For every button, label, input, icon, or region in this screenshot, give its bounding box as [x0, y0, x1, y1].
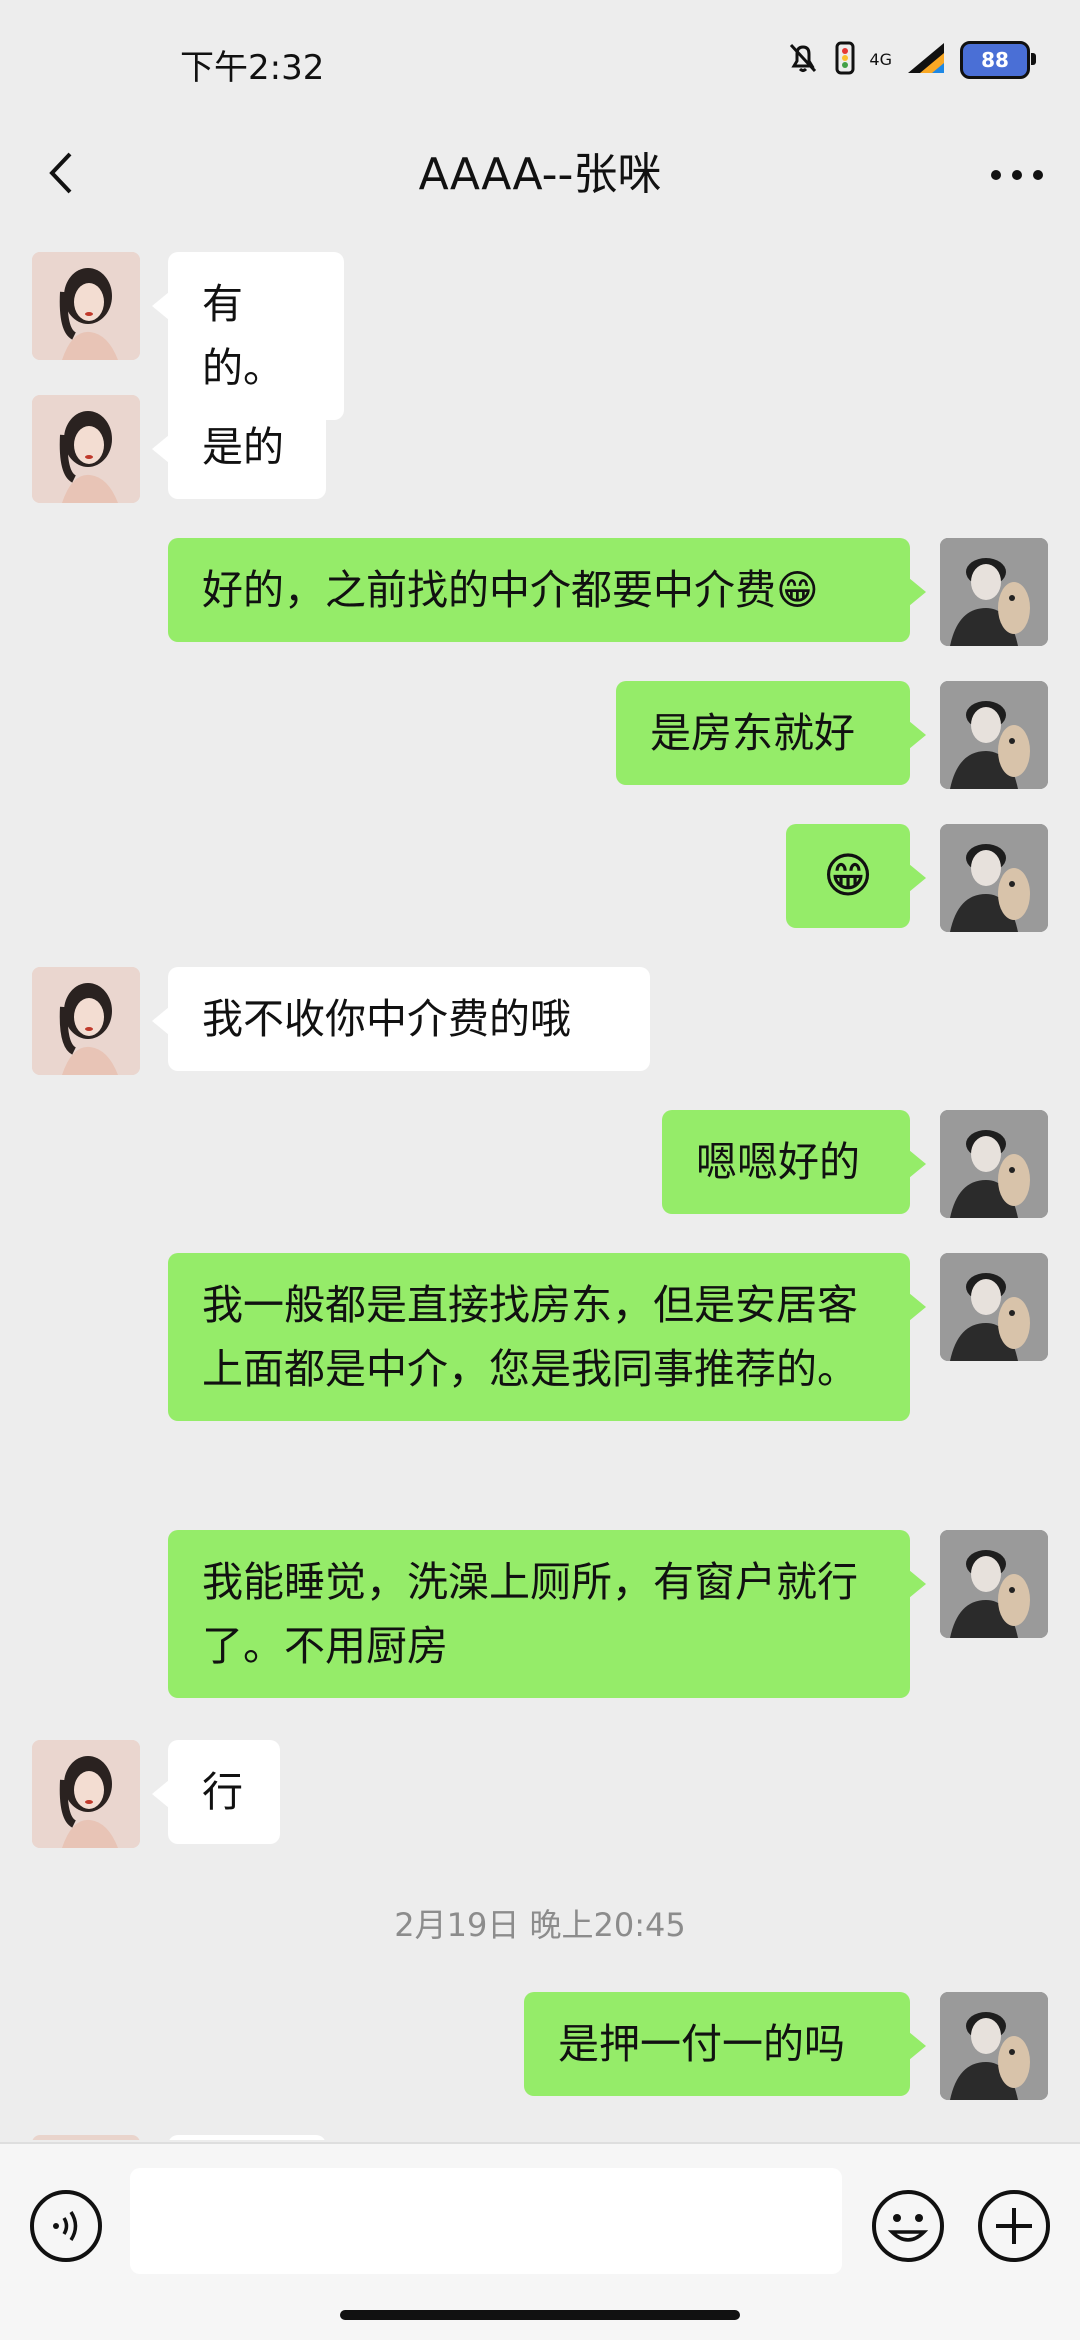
- message-bubble-outgoing[interactable]: 😁: [786, 824, 926, 928]
- sim-icon: [835, 41, 855, 79]
- voice-button[interactable]: [28, 2188, 104, 2264]
- my-avatar[interactable]: [940, 1253, 1048, 1361]
- chat-title: AAAA--张咪: [418, 149, 662, 200]
- status-icons: 4G 88: [785, 36, 1036, 84]
- message-bubble-outgoing[interactable]: 我一般都是直接找房东，但是安居客上面都是中介，您是我同事推荐的。: [168, 1253, 926, 1421]
- my-avatar[interactable]: [940, 1110, 1048, 1218]
- my-avatar[interactable]: [940, 681, 1048, 789]
- my-avatar[interactable]: [940, 1530, 1048, 1638]
- contact-avatar[interactable]: [32, 1740, 140, 1848]
- message-bubble-outgoing[interactable]: 嗯嗯好的: [662, 1110, 926, 1214]
- contact-avatar[interactable]: [32, 252, 140, 360]
- more-button[interactable]: [982, 140, 1052, 210]
- my-avatar[interactable]: [940, 538, 1048, 646]
- message-input[interactable]: [130, 2168, 842, 2274]
- contact-avatar[interactable]: [32, 2135, 140, 2140]
- plus-button[interactable]: [976, 2188, 1052, 2264]
- chat-timestamp: 2月19日 晚上20:45: [394, 1906, 686, 1944]
- more-dots-icon: [991, 170, 1043, 180]
- network-label: 4G: [869, 50, 892, 69]
- contact-avatar[interactable]: [32, 967, 140, 1075]
- message-bubble-incoming[interactable]: 我不收你中介费的哦: [152, 967, 650, 1071]
- voice-icon: [30, 2190, 102, 2262]
- signal-icon: [906, 41, 946, 79]
- contact-avatar[interactable]: [32, 395, 140, 503]
- status-time: 下午2:32: [180, 48, 325, 88]
- message-bubble-incoming[interactable]: 是的: [152, 395, 326, 499]
- plus-icon: [978, 2190, 1050, 2262]
- message-list[interactable]: 有的。 是的 好的，之前找的中介都要中介费😁 是房东就好 😁 我不收你中介费的哦…: [0, 0, 1080, 2140]
- emoji-button[interactable]: [870, 2188, 946, 2264]
- battery-icon: 88: [960, 41, 1036, 79]
- status-bar: 下午2:32 4G 88: [0, 0, 1080, 120]
- message-bubble-outgoing[interactable]: 是房东就好: [616, 681, 926, 785]
- emoji-icon: [872, 2190, 944, 2262]
- message-bubble-outgoing[interactable]: 我能睡觉，洗澡上厕所，有窗户就行了。不用厨房: [168, 1530, 926, 1698]
- my-avatar[interactable]: [940, 1992, 1048, 2100]
- bell-muted-icon: [785, 40, 821, 80]
- title-bar: AAAA--张咪: [0, 120, 1080, 230]
- my-avatar[interactable]: [940, 824, 1048, 932]
- home-indicator[interactable]: [340, 2310, 740, 2320]
- message-bubble-incoming-partial[interactable]: [168, 2135, 326, 2140]
- message-bubble-outgoing[interactable]: 是押一付一的吗: [524, 1992, 926, 2096]
- message-bubble-incoming[interactable]: 行: [152, 1740, 280, 1844]
- message-bubble-outgoing[interactable]: 好的，之前找的中介都要中介费😁: [168, 538, 926, 642]
- chat-screen: 有的。 是的 好的，之前找的中介都要中介费😁 是房东就好 😁 我不收你中介费的哦…: [0, 0, 1080, 2340]
